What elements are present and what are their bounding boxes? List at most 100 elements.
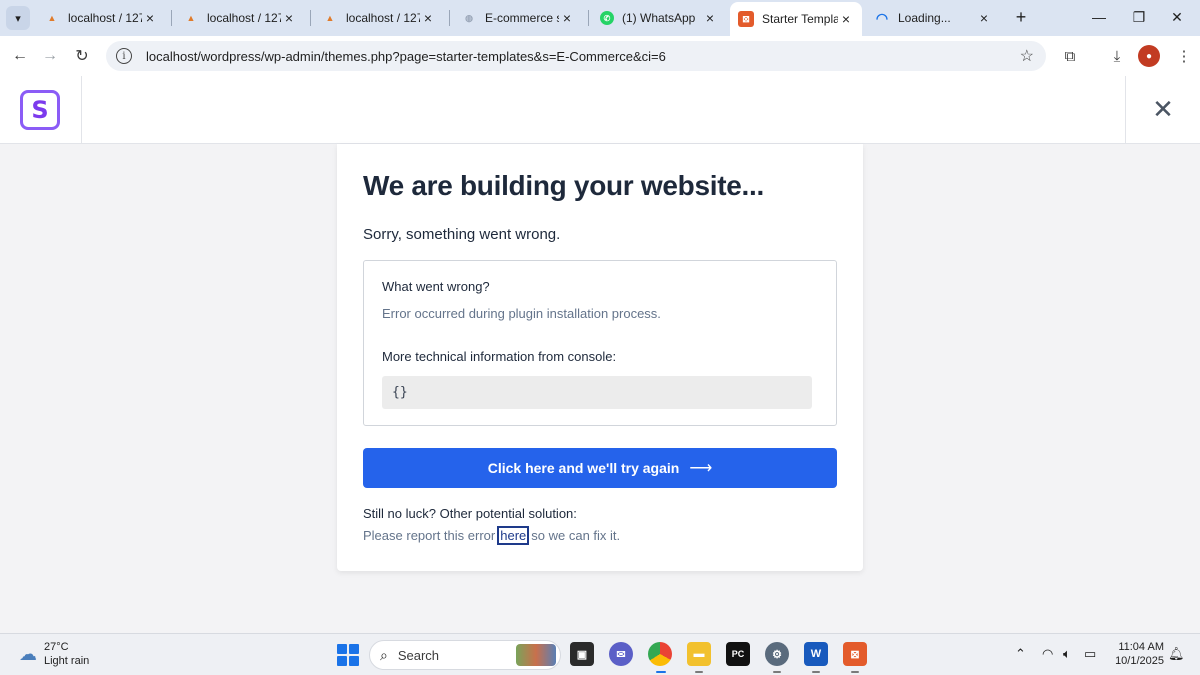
battery-icon[interactable]: ▭ [1084, 646, 1096, 662]
puzzle-icon: ⧉ [1064, 47, 1076, 65]
tab-separator [588, 10, 589, 26]
browser-tab-active[interactable]: ⊠ Starter Template × [730, 2, 862, 36]
error-message: Error occurred during plugin installatio… [382, 306, 661, 321]
close-button[interactable]: ✕ [1150, 93, 1176, 124]
error-subtitle: Sorry, something went wrong. [363, 226, 561, 243]
browser-toolbar: ← → ↻ i localhost/wordpress/wp-admin/the… [0, 36, 1200, 76]
close-icon[interactable]: × [702, 10, 718, 26]
file-explorer-icon[interactable]: ▬ [687, 642, 711, 666]
close-icon[interactable]: × [420, 10, 436, 26]
tab-search-button[interactable]: ▾ [6, 6, 30, 30]
reload-icon: ↻ [75, 48, 89, 65]
new-tab-button[interactable]: + [1010, 6, 1032, 28]
settings-gear-icon[interactable]: ⚙ [765, 642, 789, 666]
extensions-button[interactable]: ⧉ [1058, 44, 1082, 68]
teams-chat-icon[interactable]: ✉ [609, 642, 633, 666]
close-icon: ✕ [1171, 8, 1183, 25]
arrow-left-icon: ← [12, 47, 28, 64]
browser-menu-button[interactable]: ⋮ [1172, 44, 1196, 68]
weather-rain-icon[interactable]: ☁ [16, 643, 40, 665]
globe-icon: ◍ [465, 12, 473, 23]
clock-date[interactable]: 10/1/2025 [1110, 655, 1164, 667]
divider [1125, 76, 1126, 144]
loading-spinner-icon: ◠ [875, 9, 889, 26]
running-app-indicator [695, 671, 703, 673]
phpmyadmin-icon: ▲ [186, 13, 196, 23]
notification-bell-icon[interactable]: 🔔︎ [1168, 646, 1185, 662]
reload-button[interactable]: ↻ [70, 44, 94, 68]
running-app-indicator [773, 671, 781, 673]
what-went-wrong-heading: What went wrong? [382, 279, 490, 294]
report-link[interactable]: here [497, 526, 530, 545]
close-icon[interactable]: × [838, 11, 854, 27]
browser-tab[interactable]: ✆ (1) WhatsApp × [592, 4, 726, 32]
pycharm-icon[interactable]: PC [726, 642, 750, 666]
site-info-icon[interactable]: i [116, 48, 132, 64]
bookmark-star-icon[interactable]: ☆ [1020, 46, 1034, 66]
windows-taskbar: ☁ 27°C Light rain ⌕ Search ▣ ✉ ▬ PC ⚙ W … [0, 633, 1200, 675]
close-window-button[interactable]: ✕ [1154, 4, 1200, 30]
tab-separator [310, 10, 311, 26]
phpmyadmin-icon: ▲ [47, 13, 57, 23]
close-icon: ✕ [1152, 93, 1174, 124]
browser-tab[interactable]: ◠ Loading... × [866, 4, 1000, 32]
whatsapp-icon: ✆ [600, 11, 614, 25]
tech-info-heading: More technical information from console: [382, 349, 617, 364]
running-app-indicator [812, 671, 820, 673]
plus-icon: + [1015, 6, 1027, 27]
starter-templates-logo: S [20, 90, 60, 130]
browser-tab[interactable]: ◍ E-commerce site × [453, 4, 583, 32]
tab-separator [171, 10, 172, 26]
phpmyadmin-icon: ▲ [325, 13, 335, 23]
task-view-icon[interactable]: ▣ [570, 642, 594, 666]
page-title: We are building your website... [363, 170, 764, 201]
close-icon[interactable]: × [281, 10, 297, 26]
minimize-icon: — [1092, 9, 1106, 25]
start-button[interactable] [337, 644, 359, 666]
downloads-button[interactable]: ⤓ [1105, 44, 1129, 68]
weather-condition[interactable]: Light rain [44, 655, 89, 667]
arrow-right-icon: ⟶ [689, 460, 713, 477]
tab-separator [449, 10, 450, 26]
chevron-up-icon[interactable]: ⌃ [1015, 646, 1026, 662]
url-text: localhost/wordpress/wp-admin/themes.php?… [146, 48, 666, 64]
wifi-icon[interactable]: ◠ [1042, 646, 1053, 662]
back-button[interactable]: ← [8, 44, 32, 68]
error-card: We are building your website... Sorry, s… [337, 144, 863, 571]
starter-templates-icon: ⊠ [738, 11, 754, 27]
report-error-text: Please report this error here so we can fi… [363, 526, 621, 545]
more-vertical-icon: ⋮ [1176, 48, 1192, 65]
other-solution-heading: Still no luck? Other potential solution: [363, 506, 577, 521]
browser-tab[interactable]: ▲ localhost / 127.0 × [175, 4, 305, 32]
divider [81, 76, 82, 144]
download-icon: ⤓ [1113, 47, 1121, 65]
browser-tab[interactable]: ▲ localhost / 127.0 × [36, 4, 166, 32]
weather-temp[interactable]: 27°C [44, 641, 69, 653]
running-app-indicator [851, 671, 859, 673]
chevron-down-icon: ▾ [15, 12, 21, 25]
close-icon[interactable]: × [559, 10, 575, 26]
retry-button[interactable]: Click here and we'll try again ⟶ [363, 448, 837, 488]
avatar[interactable]: ● [1138, 45, 1160, 67]
windows-logo-icon [337, 644, 347, 654]
search-icon: ⌕ [380, 646, 388, 663]
close-icon[interactable]: × [142, 10, 158, 26]
arrow-right-icon: → [42, 47, 58, 64]
browser-tab-strip: ▾ ▲ localhost / 127.0 × ▲ localhost / 12… [0, 0, 1200, 36]
active-app-indicator [656, 671, 666, 673]
chrome-icon[interactable] [648, 642, 672, 666]
address-bar[interactable]: i localhost/wordpress/wp-admin/themes.ph… [106, 41, 1046, 71]
close-icon[interactable]: × [976, 10, 992, 26]
restore-icon: ❐ [1132, 8, 1146, 25]
clock-time[interactable]: 11:04 AM [1110, 641, 1164, 653]
xampp-icon[interactable]: ⊠ [843, 642, 867, 666]
retry-button-label: Click here and we'll try again [487, 460, 680, 476]
taskbar-search[interactable]: ⌕ Search [369, 640, 561, 670]
volume-icon[interactable]: 🔈︎ [1063, 646, 1071, 662]
search-highlight-image [516, 644, 556, 666]
search-placeholder: Search [397, 647, 440, 663]
word-icon[interactable]: W [804, 642, 828, 666]
error-details-box: What went wrong? Error occurred during p… [363, 260, 837, 426]
browser-tab[interactable]: ▲ localhost / 127.0 × [314, 4, 444, 32]
forward-button[interactable]: → [38, 44, 62, 68]
